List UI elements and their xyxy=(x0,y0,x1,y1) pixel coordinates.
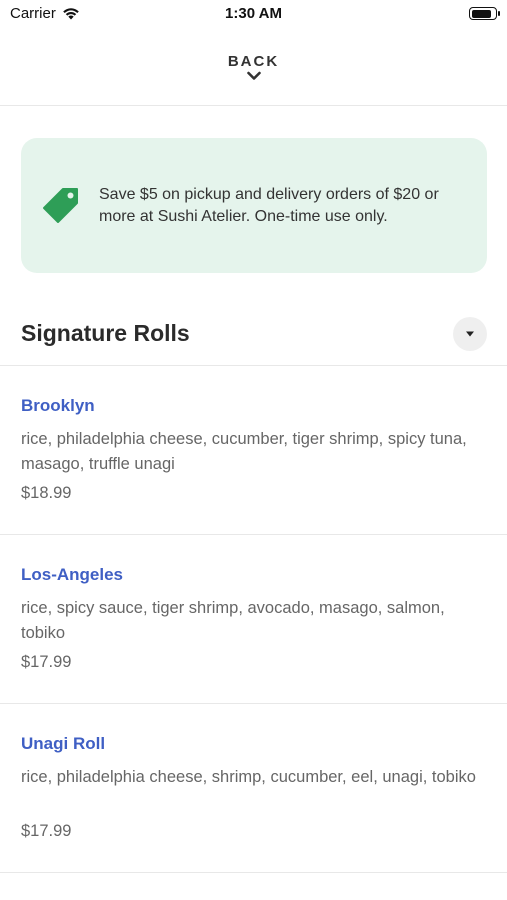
menu-item-unagi-roll[interactable]: Unagi Roll rice, philadelphia cheese, sh… xyxy=(0,704,507,873)
caret-down-icon xyxy=(466,331,474,337)
status-time: 1:30 AM xyxy=(225,5,282,22)
promo-banner: Save $5 on pickup and delivery orders of… xyxy=(21,138,487,273)
item-description: rice, spicy sauce, tiger shrimp, avocado… xyxy=(21,599,445,642)
menu-item-los-angeles[interactable]: Los-Angeles rice, spicy sauce, tiger shr… xyxy=(0,535,507,704)
status-bar: Carrier 1:30 AM xyxy=(0,0,507,28)
item-name: Los-Angeles xyxy=(21,565,124,584)
promo-text: Save $5 on pickup and delivery orders of… xyxy=(99,186,439,225)
section-title: Signature Rolls xyxy=(21,320,190,346)
section-header: Signature Rolls xyxy=(0,300,507,366)
item-price: $18.99 xyxy=(21,484,72,502)
battery-icon xyxy=(469,7,500,20)
item-name: Brooklyn xyxy=(21,396,95,415)
price-tag-icon xyxy=(43,188,78,223)
battery-level xyxy=(471,9,492,18)
back-button[interactable]: BACK xyxy=(0,50,507,106)
item-price: $17.99 xyxy=(21,653,72,671)
back-label: BACK xyxy=(227,53,280,70)
item-price: $17.99 xyxy=(21,822,72,840)
section-collapse-button[interactable] xyxy=(453,317,487,351)
item-description: rice, philadelphia cheese, shrimp, cucum… xyxy=(21,768,476,786)
menu-item-brooklyn[interactable]: Brooklyn rice, philadelphia cheese, cucu… xyxy=(0,366,507,535)
item-name: Unagi Roll xyxy=(21,734,106,753)
item-description: rice, philadelphia cheese, cucumber, tig… xyxy=(21,430,467,473)
chevron-down-icon xyxy=(246,71,261,80)
